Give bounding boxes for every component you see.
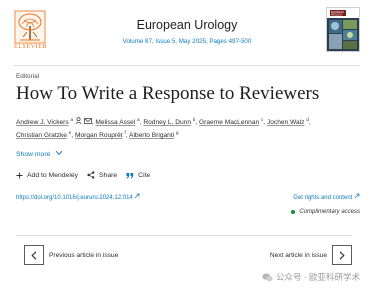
wechat-icon (262, 273, 273, 281)
author-link[interactable]: Jochen Walz d (267, 117, 309, 126)
svg-text:UROLOGY: UROLOGY (331, 15, 343, 17)
author-list-line-1: Andrew J. Vickers a , Melissa Assel a, R… (16, 117, 311, 127)
person-icon (75, 117, 82, 125)
access-label: Complimentary access (299, 209, 360, 215)
add-to-mendeley-label: Add to Mendeley (27, 171, 79, 179)
cite-label: Cite (138, 171, 151, 179)
share-button[interactable]: Share (87, 171, 117, 179)
article-type: Editorial (16, 73, 40, 80)
quote-icon (126, 172, 134, 178)
journal-issue-link[interactable]: Volume 87, Issue 5, May 2025, Pages 497-… (14, 38, 360, 45)
elsevier-logo[interactable]: ELSEVIER (14, 10, 47, 56)
cite-button[interactable]: Cite (126, 172, 150, 179)
journal-title[interactable]: European Urology (14, 18, 360, 32)
doi-link[interactable]: https://doi.org/10.1016/j.eururo.2024.12… (16, 193, 140, 201)
article-actions: Add to Mendeley Share Cite (16, 171, 159, 179)
header-divider (14, 65, 360, 66)
show-more-button[interactable]: Show more (16, 150, 63, 158)
previous-article-link[interactable]: Previous article in issue (49, 252, 118, 259)
rights-text: Get rights and content (293, 195, 353, 201)
watermark-text: 公众号 · 欧亚科研学术 (275, 272, 360, 282)
author-link[interactable]: Melissa Assel a (95, 117, 139, 126)
author-list-line-2: Christian Gratzke e, Morgan Rouprêt f, A… (16, 130, 179, 140)
author-link[interactable]: Graeme MacLennan c (199, 117, 263, 126)
next-article-link[interactable]: Next article in issue (270, 252, 327, 259)
share-label: Share (99, 171, 118, 179)
issue-navigation: Previous article in issue Next article i… (16, 235, 352, 273)
article-title: How To Write a Response to Reviewers (16, 83, 320, 104)
access-status: Complimentary access (291, 209, 360, 215)
external-link-icon (354, 193, 360, 199)
cover-art: EUROPEAN UROLOGY (327, 8, 359, 51)
author-link[interactable]: Andrew J. Vickers a (16, 117, 73, 126)
get-rights-link[interactable]: Get rights and content (293, 193, 360, 201)
access-indicator-dot (291, 210, 296, 214)
journal-header: ELSEVIER European Urology Volume 87, Iss… (14, 7, 360, 60)
author-link[interactable]: Christian Gratzke e (16, 130, 71, 139)
author-link[interactable]: Morgan Rouprêt f (75, 130, 126, 139)
show-more-label: Show more (16, 151, 51, 158)
email-icon[interactable] (83, 118, 92, 125)
plus-icon (16, 172, 23, 178)
chevron-down-icon (55, 150, 63, 156)
add-to-mendeley-button[interactable]: Add to Mendeley (16, 172, 78, 179)
author-link[interactable]: Alberto Briganti g (129, 130, 178, 139)
share-icon (87, 171, 95, 179)
journal-cover-image[interactable]: EUROPEAN UROLOGY (326, 7, 360, 52)
wechat-watermark: 公众号 · 欧亚科研学术 (262, 271, 360, 283)
doi-text: https://doi.org/10.1016/j.eururo.2024.12… (16, 195, 133, 201)
svg-text:EUROPEAN: EUROPEAN (331, 11, 344, 14)
chevron-right-icon (339, 250, 345, 260)
author-link[interactable]: Rodney L. Dunn b (143, 117, 195, 126)
chevron-left-icon (31, 250, 37, 260)
next-article-button[interactable] (332, 245, 352, 265)
previous-article-button[interactable] (24, 245, 44, 265)
external-link-icon (135, 193, 140, 199)
